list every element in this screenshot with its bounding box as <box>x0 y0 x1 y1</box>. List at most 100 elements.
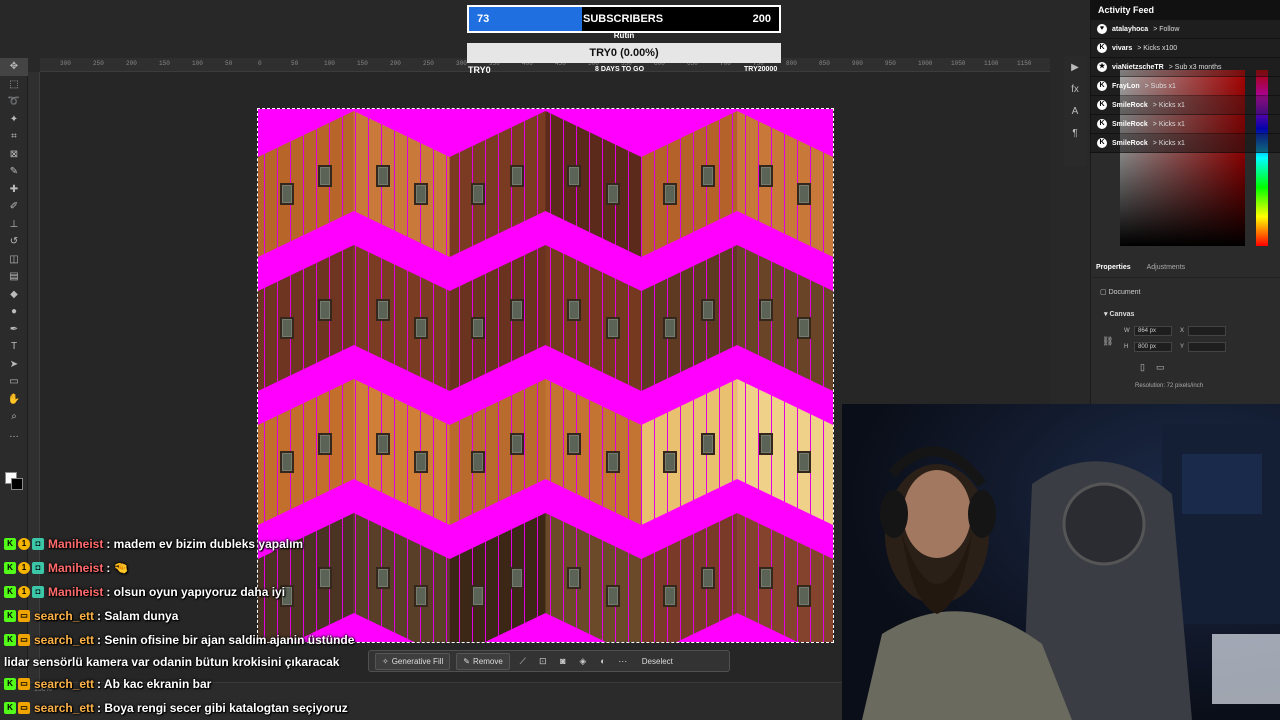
chat-username[interactable]: search_ett <box>34 701 94 715</box>
height-field-label: H <box>1124 344 1129 350</box>
rectangle-tool-icon[interactable]: ▭ <box>0 373 28 391</box>
chat-username[interactable]: search_ett <box>34 677 94 691</box>
wall-window <box>413 451 428 474</box>
dodge-tool-icon[interactable]: ● <box>0 303 28 321</box>
more-options-icon[interactable]: ⋯ <box>616 654 630 668</box>
resolution-text: Resolution: 72 pixels/inch <box>1135 383 1204 389</box>
wall-window <box>318 164 333 187</box>
x-field-label: X <box>1180 328 1185 334</box>
deselect-button[interactable]: Deselect <box>636 654 679 669</box>
star-icon: ★ <box>1097 62 1107 72</box>
pen-tool-icon[interactable]: ✒ <box>0 321 28 339</box>
activity-feed-list: ♥ atalayhoca > Follow Kvivars > Kicks x100 ★ v… <box>1090 20 1280 153</box>
tab-properties[interactable]: Properties <box>1096 264 1131 277</box>
chat-message-continuation: lidar sensörlü kamera var odanin bütun k… <box>4 655 340 669</box>
ruler-tick-label: 100 <box>324 60 335 67</box>
lasso-tool-icon[interactable]: ➰ <box>0 93 28 111</box>
brush-tool-icon[interactable]: ✐ <box>0 198 28 216</box>
chat-username[interactable]: Maniheist <box>48 537 103 551</box>
marquee-tool-icon[interactable]: ⬚ <box>0 76 28 94</box>
zoom-tool-icon[interactable]: ⌕ <box>0 408 28 426</box>
width-field[interactable]: 864 px <box>1134 326 1172 336</box>
gift-badge-icon: ◘ <box>32 562 44 574</box>
wall-window <box>509 566 524 589</box>
hand-tool-icon[interactable]: ✋ <box>0 391 28 409</box>
chat-message: K ▭ search_ett: Ab kac ekranin bar <box>0 672 470 696</box>
height-field[interactable]: 800 px <box>1134 342 1172 352</box>
wall-window <box>471 183 486 206</box>
eraser-tool-icon[interactable]: ◫ <box>0 251 28 269</box>
paragraph-icon[interactable]: ¶ <box>1064 122 1086 144</box>
fx-icon[interactable]: fx <box>1064 78 1086 100</box>
healing-brush-tool-icon[interactable]: ✚ <box>0 181 28 199</box>
tip-goal-donor: Rutin <box>613 31 635 40</box>
fill-icon[interactable]: ◈ <box>576 654 590 668</box>
wall-window <box>567 164 582 187</box>
chat-text: : 🤏 <box>106 561 129 575</box>
activity-feed-item: K SmileRock > Kicks x1 <box>1090 96 1280 115</box>
stamp-tool-icon[interactable]: ⊥ <box>0 216 28 234</box>
history-brush-tool-icon[interactable]: ↺ <box>0 233 28 251</box>
kick-badge-icon: K <box>4 702 16 714</box>
gift-badge-icon: ◘ <box>32 538 44 550</box>
type-panel-icon[interactable]: A <box>1064 100 1086 122</box>
streamer-video <box>862 424 1280 720</box>
chat-badges: K ▭ <box>4 678 30 690</box>
activity-feed-user: FrayLon <box>1112 82 1140 90</box>
activity-feed-user: SmileRock <box>1112 139 1148 147</box>
path-selection-tool-icon[interactable]: ➤ <box>0 356 28 374</box>
canvas-section-label: Canvas <box>1109 311 1135 318</box>
y-field[interactable] <box>1188 342 1226 352</box>
activity-feed-action: > Subs x1 <box>1144 82 1176 90</box>
chat-username[interactable]: Maniheist <box>48 585 103 599</box>
move-tool-icon[interactable]: ✥ <box>0 58 28 76</box>
wall-window <box>758 164 773 187</box>
activity-feed-action: > Kicks x1 <box>1152 120 1185 128</box>
wall-window <box>279 183 294 206</box>
background-color-swatch[interactable] <box>11 478 23 490</box>
chat-username[interactable]: search_ett <box>34 633 94 647</box>
kick-icon: K <box>1097 81 1107 91</box>
blur-tool-icon[interactable]: ◆ <box>0 286 28 304</box>
magic-wand-tool-icon[interactable]: ✦ <box>0 111 28 129</box>
frame-tool-icon[interactable]: ⊠ <box>0 146 28 164</box>
chat-message: K 1 ◘ Maniheist: madem ev bizim dubleks yap… <box>0 532 470 556</box>
eyedropper-tool-icon[interactable]: ✎ <box>0 163 28 181</box>
adjustment-layer-icon[interactable]: ◐ <box>596 654 610 668</box>
wall-window <box>509 432 524 455</box>
chat-username[interactable]: search_ett <box>34 609 94 623</box>
activity-feed-user: SmileRock <box>1112 101 1148 109</box>
play-icon[interactable]: ▶ <box>1064 56 1086 78</box>
wall-window <box>797 585 812 608</box>
invert-selection-icon[interactable]: ⊡ <box>536 654 550 668</box>
x-field[interactable] <box>1188 326 1226 336</box>
tab-adjustments[interactable]: Adjustments <box>1147 264 1186 277</box>
more-tools-icon[interactable]: … <box>0 426 28 444</box>
wall-window <box>375 298 390 321</box>
crop-tool-icon[interactable]: ⌗ <box>0 128 28 146</box>
ruler-tick-label: 150 <box>159 60 170 67</box>
subscriber-goal-bar: 73 SUBSCRIBERS 200 <box>467 5 781 33</box>
gradient-tool-icon[interactable]: ▤ <box>0 268 28 286</box>
kick-badge-icon: K <box>4 586 16 598</box>
wall-window <box>471 317 486 340</box>
type-tool-icon[interactable]: T <box>0 338 28 356</box>
mask-icon[interactable]: ◙ <box>556 654 570 668</box>
activity-feed: Activity Feed ♥ atalayhoca > Follow Kvivars… <box>1090 0 1280 153</box>
modify-selection-icon[interactable]: ⟋ <box>516 654 530 668</box>
chat-message: K ▭ search_ett: Salam dunya <box>0 604 470 628</box>
tip-goal-min: TRY0 <box>468 65 491 75</box>
link-icon[interactable]: ⛓ <box>1102 336 1113 347</box>
wall-window <box>758 298 773 321</box>
wall-window <box>605 183 620 206</box>
orientation-landscape-icon[interactable]: ▭ <box>1156 362 1165 373</box>
orientation-portrait-icon[interactable]: ▯ <box>1140 362 1145 373</box>
remove-label: Remove <box>472 656 503 666</box>
chat-message: K 1 ◘ Maniheist: 🤏 <box>0 556 470 580</box>
canvas-section-header[interactable]: ▾ Canvas <box>1104 310 1134 318</box>
tip-goal-bar: TRY0 (0.00%) <box>467 43 781 63</box>
tip-goal-max: TRY20000 <box>744 66 778 73</box>
kick-badge-icon: K <box>4 678 16 690</box>
tip-goal-days-left: 8 DAYS TO GO <box>595 66 645 73</box>
chat-username[interactable]: Maniheist <box>48 561 103 575</box>
